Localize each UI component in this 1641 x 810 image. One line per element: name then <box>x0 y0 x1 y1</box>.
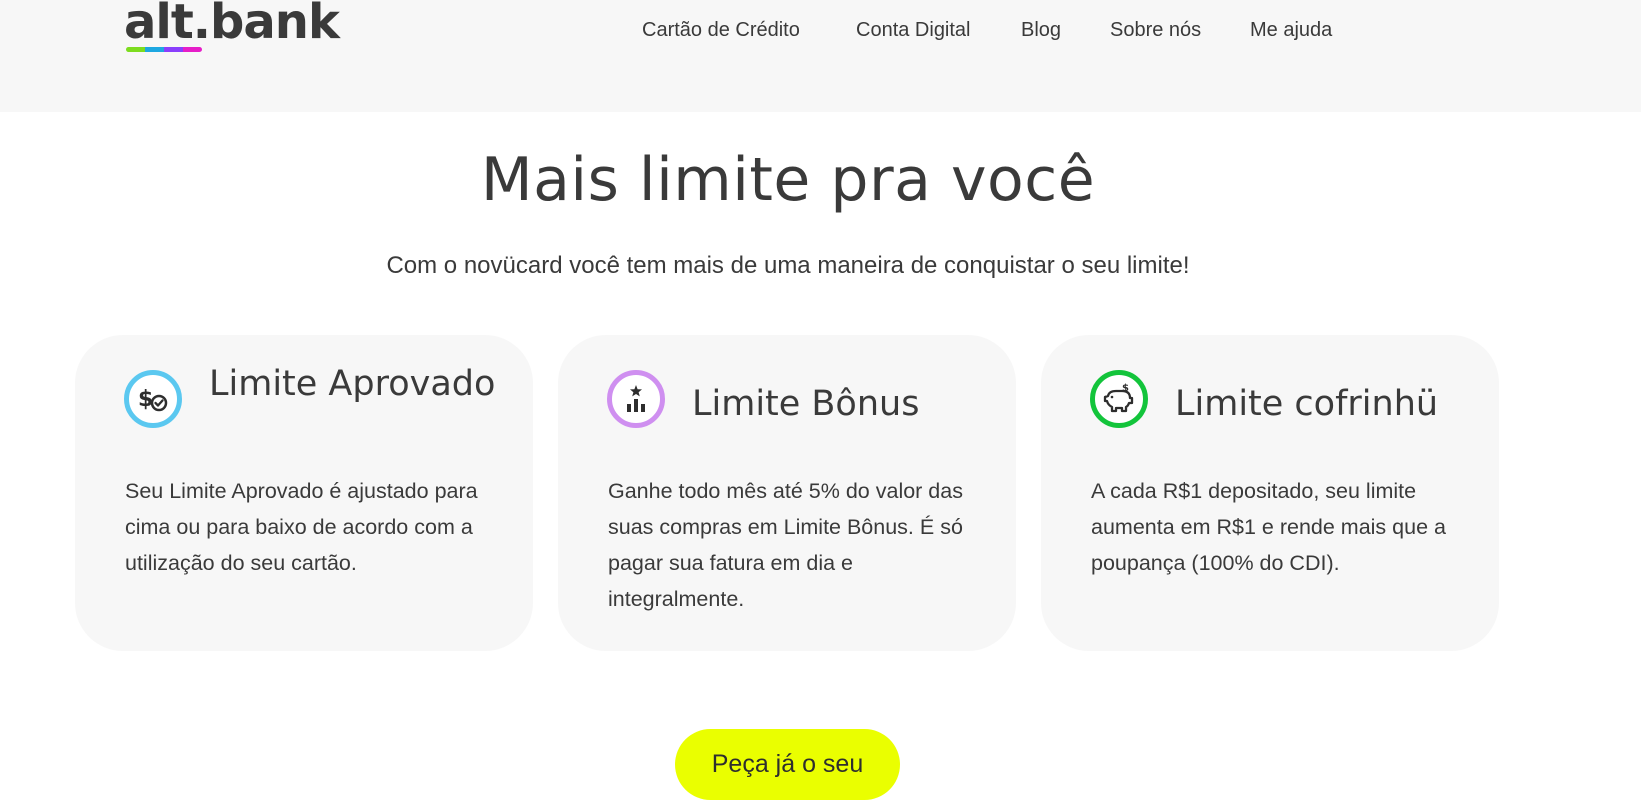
bar-chart-star-icon-graphic <box>627 385 645 412</box>
logo-color-bar <box>126 47 202 52</box>
svg-text:$: $ <box>138 387 153 412</box>
card-title: Limite Aprovado <box>209 364 496 404</box>
logo-bar-segment <box>164 47 183 52</box>
top-header: alt.bank Cartão de Crédito Conta Digital… <box>0 0 1641 112</box>
card-description: Seu Limite Aprovado é ajustado para cima… <box>125 479 478 575</box>
card-title: Limite cofrinhü <box>1175 384 1439 424</box>
dollar-check-icon-graphic: $ <box>138 387 168 412</box>
order-card-button[interactable]: Peça já o seu <box>675 729 900 800</box>
card-limite-cofrinhu: $ Limite cofrinhü A cada R$1 depositado,… <box>1041 335 1499 651</box>
altbank-logo[interactable]: alt.bank <box>124 0 340 62</box>
page-subtitle: Com o novücard você tem mais de uma mane… <box>386 252 1190 279</box>
card-limite-aprovado: $ Limite Aprovado Seu Limite Aprovado é … <box>75 335 533 651</box>
page-title: Mais limite pra você <box>480 145 1096 215</box>
nav-me-ajuda[interactable]: Me ajuda <box>1250 17 1332 43</box>
logo-bar-segment <box>145 47 164 52</box>
logo-bar-segment <box>183 47 202 52</box>
piggy-bank-icon: $ <box>1090 370 1148 428</box>
card-limite-bonus: Limite Bônus Ganhe todo mês até 5% do va… <box>558 335 1016 651</box>
svg-text:$: $ <box>1122 383 1129 394</box>
nav-cartao-credito[interactable]: Cartão de Crédito <box>642 17 800 43</box>
bar-chart-star-icon <box>607 370 665 428</box>
piggy-bank-icon-graphic: $ <box>1103 383 1134 413</box>
card-title: Limite Bônus <box>692 384 920 424</box>
card-description: Ganhe todo mês até 5% do valor das suas … <box>608 479 963 611</box>
nav-conta-digital[interactable]: Conta Digital <box>856 17 971 43</box>
logo-text: alt.bank <box>124 0 340 50</box>
nav-blog[interactable]: Blog <box>1021 17 1061 43</box>
nav-sobre-nos[interactable]: Sobre nós <box>1110 17 1201 43</box>
logo-bar-segment <box>126 47 145 52</box>
dollar-check-icon: $ <box>124 370 182 428</box>
card-description: A cada R$1 depositado, seu limite aument… <box>1091 479 1446 575</box>
